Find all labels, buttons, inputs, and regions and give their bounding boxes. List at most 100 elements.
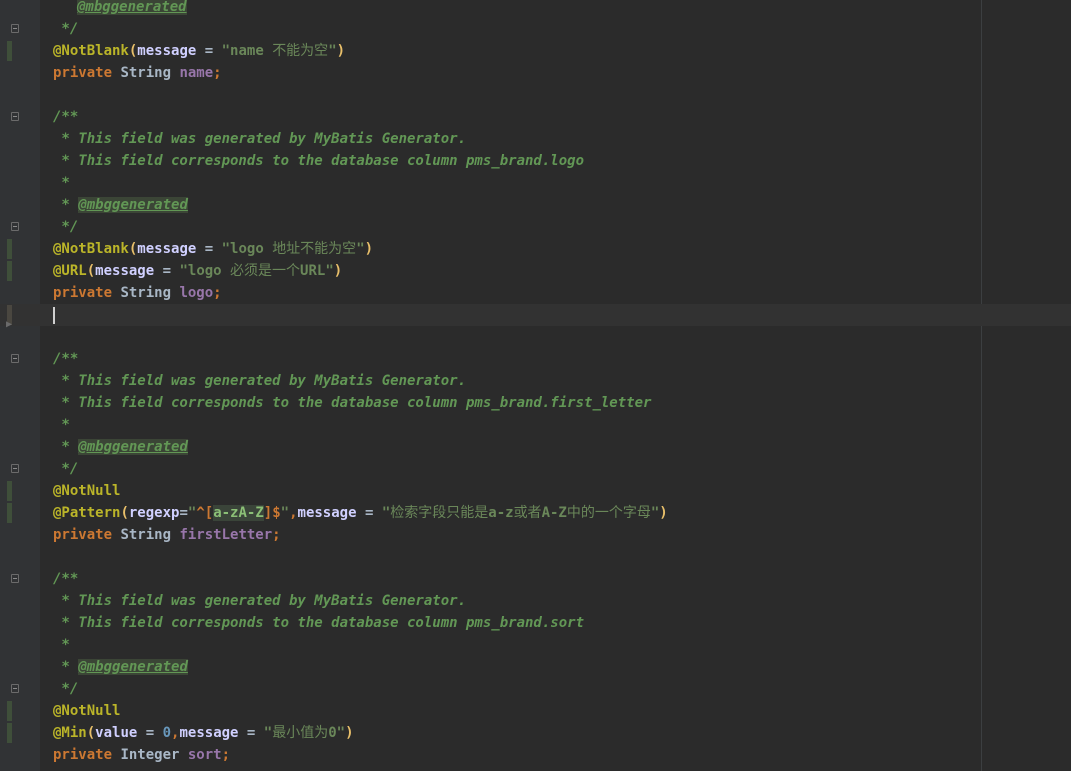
string-literal: 检索字段只能是 bbox=[390, 505, 489, 521]
fold-icon[interactable] bbox=[11, 112, 19, 121]
code-line[interactable]: private String firstLetter; bbox=[0, 524, 1071, 546]
annotation-name: @Min bbox=[53, 725, 87, 741]
code-line-content: */ bbox=[53, 216, 78, 238]
code-line[interactable]: @Min(value = 0,message = "最小值为0") bbox=[0, 722, 1071, 744]
string-literal: " bbox=[356, 241, 365, 257]
semicolon: ; bbox=[272, 527, 281, 543]
fold-icon[interactable] bbox=[11, 222, 19, 231]
code-line[interactable]: @NotNull bbox=[0, 480, 1071, 502]
vcs-change-marker[interactable] bbox=[7, 239, 12, 259]
string-literal: " bbox=[280, 505, 290, 521]
vcs-change-marker[interactable] bbox=[7, 701, 12, 721]
code-line[interactable]: * @mbggenerated bbox=[0, 194, 1071, 216]
code-line[interactable]: private String logo; bbox=[0, 282, 1071, 304]
javadoc-tag: @mbggenerated bbox=[77, 0, 187, 15]
code-line-content: @Pattern(regexp="^[a-zA-Z]$",message = "… bbox=[53, 502, 668, 524]
comment-text: */ bbox=[53, 21, 79, 37]
code-line-content: * @mbggenerated bbox=[53, 436, 188, 458]
annotation-name: @NotNull bbox=[53, 703, 121, 719]
code-line[interactable]: @URL(message = "logo 必须是一个URL") bbox=[0, 260, 1071, 282]
code-line[interactable]: * This field corresponds to the database… bbox=[0, 150, 1071, 172]
comment-text: */ bbox=[53, 681, 79, 697]
annotation-name: @NotBlank bbox=[53, 43, 129, 59]
code-line[interactable] bbox=[0, 304, 1071, 326]
type-name: Integer bbox=[112, 747, 188, 763]
code-line[interactable]: private String name; bbox=[0, 62, 1071, 84]
code-line[interactable]: * This field was generated by MyBatis Ge… bbox=[0, 128, 1071, 150]
fold-icon[interactable] bbox=[11, 684, 19, 693]
code-line[interactable]: * This field was generated by MyBatis Ge… bbox=[0, 370, 1071, 392]
vcs-change-marker[interactable] bbox=[7, 261, 12, 281]
code-line[interactable]: * @mbggenerated bbox=[0, 656, 1071, 678]
code-line-content: private String name; bbox=[53, 62, 222, 84]
operator: = bbox=[154, 263, 180, 279]
code-line[interactable]: /** bbox=[0, 106, 1071, 128]
regex-token: ] bbox=[263, 505, 273, 521]
comment-text: * This field was generated by MyBatis Ge… bbox=[53, 131, 467, 147]
comment-text: * bbox=[53, 175, 70, 191]
code-editor[interactable]: @mbggenerated */ @NotBlank(message = "nam… bbox=[0, 0, 1071, 771]
paren: ) bbox=[364, 241, 374, 257]
comment-text: /** bbox=[53, 571, 79, 587]
code-line[interactable]: * This field was generated by MyBatis Ge… bbox=[0, 590, 1071, 612]
comment-text: * This field was generated by MyBatis Ge… bbox=[53, 373, 467, 389]
annotation-attribute: regexp bbox=[128, 505, 180, 521]
vcs-change-marker[interactable] bbox=[7, 481, 12, 501]
code-line-content: * @mbggenerated bbox=[53, 656, 188, 678]
code-line-content: /** bbox=[53, 348, 78, 370]
code-line[interactable]: * bbox=[0, 172, 1071, 194]
code-line[interactable]: * bbox=[0, 634, 1071, 656]
paren: ( bbox=[86, 725, 96, 741]
annotation-attribute: message bbox=[179, 725, 239, 741]
string-literal: " bbox=[381, 505, 391, 521]
code-line[interactable]: @Pattern(regexp="^[a-zA-Z]$",message = "… bbox=[0, 502, 1071, 524]
comment-text: * bbox=[53, 637, 70, 653]
operator: = bbox=[196, 43, 222, 59]
comment-text: */ bbox=[53, 461, 79, 477]
code-line[interactable]: */ bbox=[0, 458, 1071, 480]
javadoc-tag: @mbggenerated bbox=[78, 439, 188, 455]
code-line[interactable]: */ bbox=[0, 678, 1071, 700]
code-line-content bbox=[53, 304, 55, 326]
code-line[interactable]: /** bbox=[0, 348, 1071, 370]
annotation-name: @Pattern bbox=[53, 505, 121, 521]
code-line[interactable]: @mbggenerated bbox=[0, 0, 1071, 18]
vcs-change-marker[interactable] bbox=[7, 723, 12, 743]
code-line[interactable]: * @mbggenerated bbox=[0, 436, 1071, 458]
regex-token: ^[ bbox=[196, 505, 214, 521]
semicolon: ; bbox=[213, 285, 222, 301]
code-line[interactable]: @NotNull bbox=[0, 700, 1071, 722]
code-line-content: private String firstLetter; bbox=[53, 524, 281, 546]
code-line[interactable]: @NotBlank(message = "logo 地址不能为空") bbox=[0, 238, 1071, 260]
keyword: private bbox=[53, 65, 113, 81]
operator: = bbox=[137, 725, 163, 741]
code-line[interactable]: private Integer sort; bbox=[0, 744, 1071, 766]
string-literal: 中的一个字母 bbox=[566, 505, 651, 521]
semicolon: ; bbox=[221, 747, 231, 763]
type-name: String bbox=[112, 527, 180, 543]
code-line-content: /** bbox=[53, 106, 78, 128]
fold-icon[interactable] bbox=[11, 24, 19, 33]
annotation-attribute: value bbox=[95, 725, 138, 741]
code-line[interactable] bbox=[0, 84, 1071, 106]
code-line[interactable]: * bbox=[0, 414, 1071, 436]
code-line[interactable]: */ bbox=[0, 18, 1071, 40]
code-line-content: @mbggenerated bbox=[77, 0, 187, 18]
fold-icon[interactable] bbox=[11, 464, 19, 473]
annotation-name: @NotBlank bbox=[53, 241, 129, 257]
code-line[interactable]: /** bbox=[0, 568, 1071, 590]
string-literal: "logo bbox=[221, 241, 273, 257]
fold-icon[interactable] bbox=[11, 574, 19, 583]
code-line[interactable]: */ bbox=[0, 216, 1071, 238]
vcs-change-marker[interactable] bbox=[7, 503, 12, 523]
code-line[interactable]: * This field corresponds to the database… bbox=[0, 392, 1071, 414]
code-line[interactable]: * This field corresponds to the database… bbox=[0, 612, 1071, 634]
code-line[interactable] bbox=[0, 326, 1071, 348]
number-literal: 0 bbox=[162, 725, 172, 741]
vcs-change-marker[interactable] bbox=[7, 41, 12, 61]
fold-icon[interactable] bbox=[11, 354, 19, 363]
code-line-content: * @mbggenerated bbox=[53, 194, 188, 216]
code-line[interactable] bbox=[0, 546, 1071, 568]
code-line[interactable]: @NotBlank(message = "name 不能为空") bbox=[0, 40, 1071, 62]
comment-text: /** bbox=[53, 351, 79, 367]
